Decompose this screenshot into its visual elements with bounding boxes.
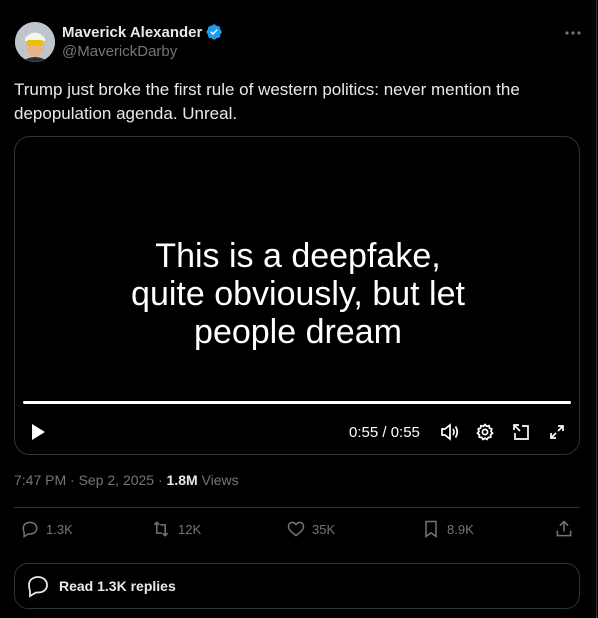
author-name-row: Maverick Alexander (62, 23, 223, 41)
video-player[interactable]: This is a deepfake, quite obviously, but… (14, 136, 580, 455)
bookmark-button[interactable]: 8.9K (421, 519, 474, 539)
avatar[interactable] (15, 22, 55, 62)
divider (14, 507, 580, 508)
reply-count: 1.3K (46, 521, 73, 537)
tweet-meta: 7:47 PM · Sep 2, 2025 · 1.8M Views (14, 472, 239, 488)
reply-icon (22, 521, 38, 538)
like-button[interactable]: 35K (286, 519, 335, 539)
view-count: 1.8M (166, 472, 198, 488)
video-time: 0:55 / 0:55 (349, 424, 420, 441)
action-bar: 1.3K 12K 35K 8.9K (14, 519, 580, 545)
more-icon[interactable] (561, 22, 585, 44)
share-icon (556, 520, 572, 537)
like-count: 35K (312, 521, 336, 537)
author-handle[interactable]: @MaverickDarby (62, 43, 177, 60)
bookmark-icon (425, 520, 437, 538)
fullscreen-icon[interactable] (546, 421, 568, 443)
repost-button[interactable]: 12K (150, 519, 201, 539)
caption-line: This is a deepfake, (155, 237, 441, 275)
caption-line: quite obviously, but let (131, 275, 465, 313)
play-icon[interactable] (27, 421, 49, 443)
settings-icon[interactable] (474, 421, 496, 443)
repost-count: 12K (178, 521, 202, 537)
bookmark-count: 8.9K (447, 521, 474, 537)
views-label: Views (197, 472, 239, 488)
video-caption: This is a deepfake, quite obviously, but… (15, 237, 579, 351)
read-replies-label: Read 1.3K replies (59, 578, 176, 594)
like-icon (287, 521, 305, 537)
repost-icon (153, 521, 169, 537)
timestamp[interactable]: 7:47 PM · Sep 2, 2025 · (14, 472, 167, 488)
share-button[interactable] (554, 519, 580, 539)
tweet-text: Trump just broke the first rule of weste… (14, 80, 520, 123)
frame-border (596, 0, 597, 618)
tweet-header: Maverick Alexander @MaverickDarby (15, 20, 585, 64)
caption-line: people dream (194, 313, 402, 351)
verified-badge-icon (206, 24, 223, 40)
dock-icon[interactable] (510, 421, 532, 443)
author-name[interactable]: Maverick Alexander (62, 24, 202, 41)
speech-bubble-icon (28, 576, 48, 598)
reply-button[interactable]: 1.3K (20, 519, 73, 539)
volume-icon[interactable] (439, 421, 461, 443)
read-replies-button[interactable]: Read 1.3K replies (14, 563, 580, 609)
video-progress-bar[interactable] (23, 401, 571, 404)
